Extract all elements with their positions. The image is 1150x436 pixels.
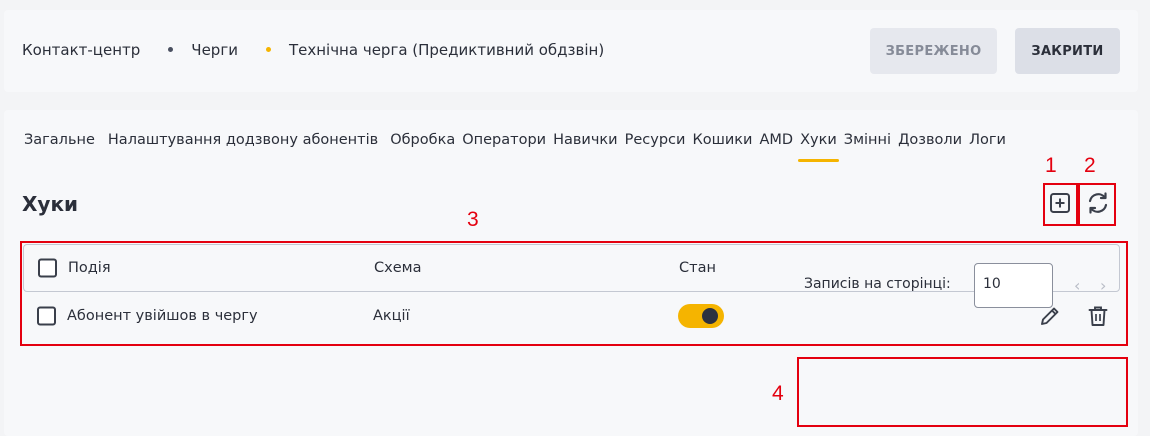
tab-operators[interactable]: Оператори bbox=[462, 132, 546, 148]
tab-bar: Загальне Налаштування додзвону абонентів… bbox=[24, 132, 1013, 162]
breadcrumb: Контакт-центр Черги Технічна черга (Пред… bbox=[22, 41, 604, 59]
section-title: Хуки bbox=[22, 192, 79, 216]
tab-processing[interactable]: Обробка bbox=[390, 132, 455, 148]
tab-hooks[interactable]: Хуки bbox=[798, 132, 839, 162]
annotation-number-4: 4 bbox=[772, 382, 784, 405]
tab-variables[interactable]: Змінні bbox=[844, 132, 891, 148]
breadcrumb-separator-dot bbox=[265, 46, 271, 52]
tab-general[interactable]: Загальне bbox=[24, 132, 95, 148]
tab-resources[interactable]: Ресурси bbox=[625, 132, 686, 148]
breadcrumb-current-queue: Технічна черга (Предиктивний обдзвін) bbox=[288, 41, 605, 59]
tab-permissions[interactable]: Дозволи bbox=[898, 132, 962, 148]
breadcrumb-contact-center[interactable]: Контакт-центр bbox=[22, 41, 140, 59]
annotation-number-3: 3 bbox=[467, 208, 479, 231]
breadcrumb-queues[interactable]: Черги bbox=[191, 41, 238, 59]
annotation-box-pagination bbox=[797, 357, 1128, 427]
annotation-number-1: 1 bbox=[1045, 154, 1057, 177]
annotation-box-table bbox=[20, 241, 1128, 346]
tab-buckets[interactable]: Кошики bbox=[692, 132, 752, 148]
annotation-box-refresh bbox=[1078, 183, 1116, 226]
tab-dialing-settings[interactable]: Налаштування додзвону абонентів bbox=[108, 132, 378, 148]
saved-button[interactable]: ЗБЕРЕЖЕНО bbox=[870, 28, 997, 74]
annotation-number-2: 2 bbox=[1084, 154, 1096, 177]
header-card: Контакт-центр Черги Технічна черга (Пред… bbox=[4, 10, 1138, 92]
tab-amd[interactable]: AMD bbox=[759, 132, 793, 148]
close-button[interactable]: ЗАКРИТИ bbox=[1015, 28, 1120, 74]
breadcrumb-separator-dot bbox=[168, 46, 174, 52]
tab-skills[interactable]: Навички bbox=[553, 132, 618, 148]
tab-logs[interactable]: Логи bbox=[969, 132, 1006, 148]
annotation-box-add bbox=[1043, 183, 1078, 226]
